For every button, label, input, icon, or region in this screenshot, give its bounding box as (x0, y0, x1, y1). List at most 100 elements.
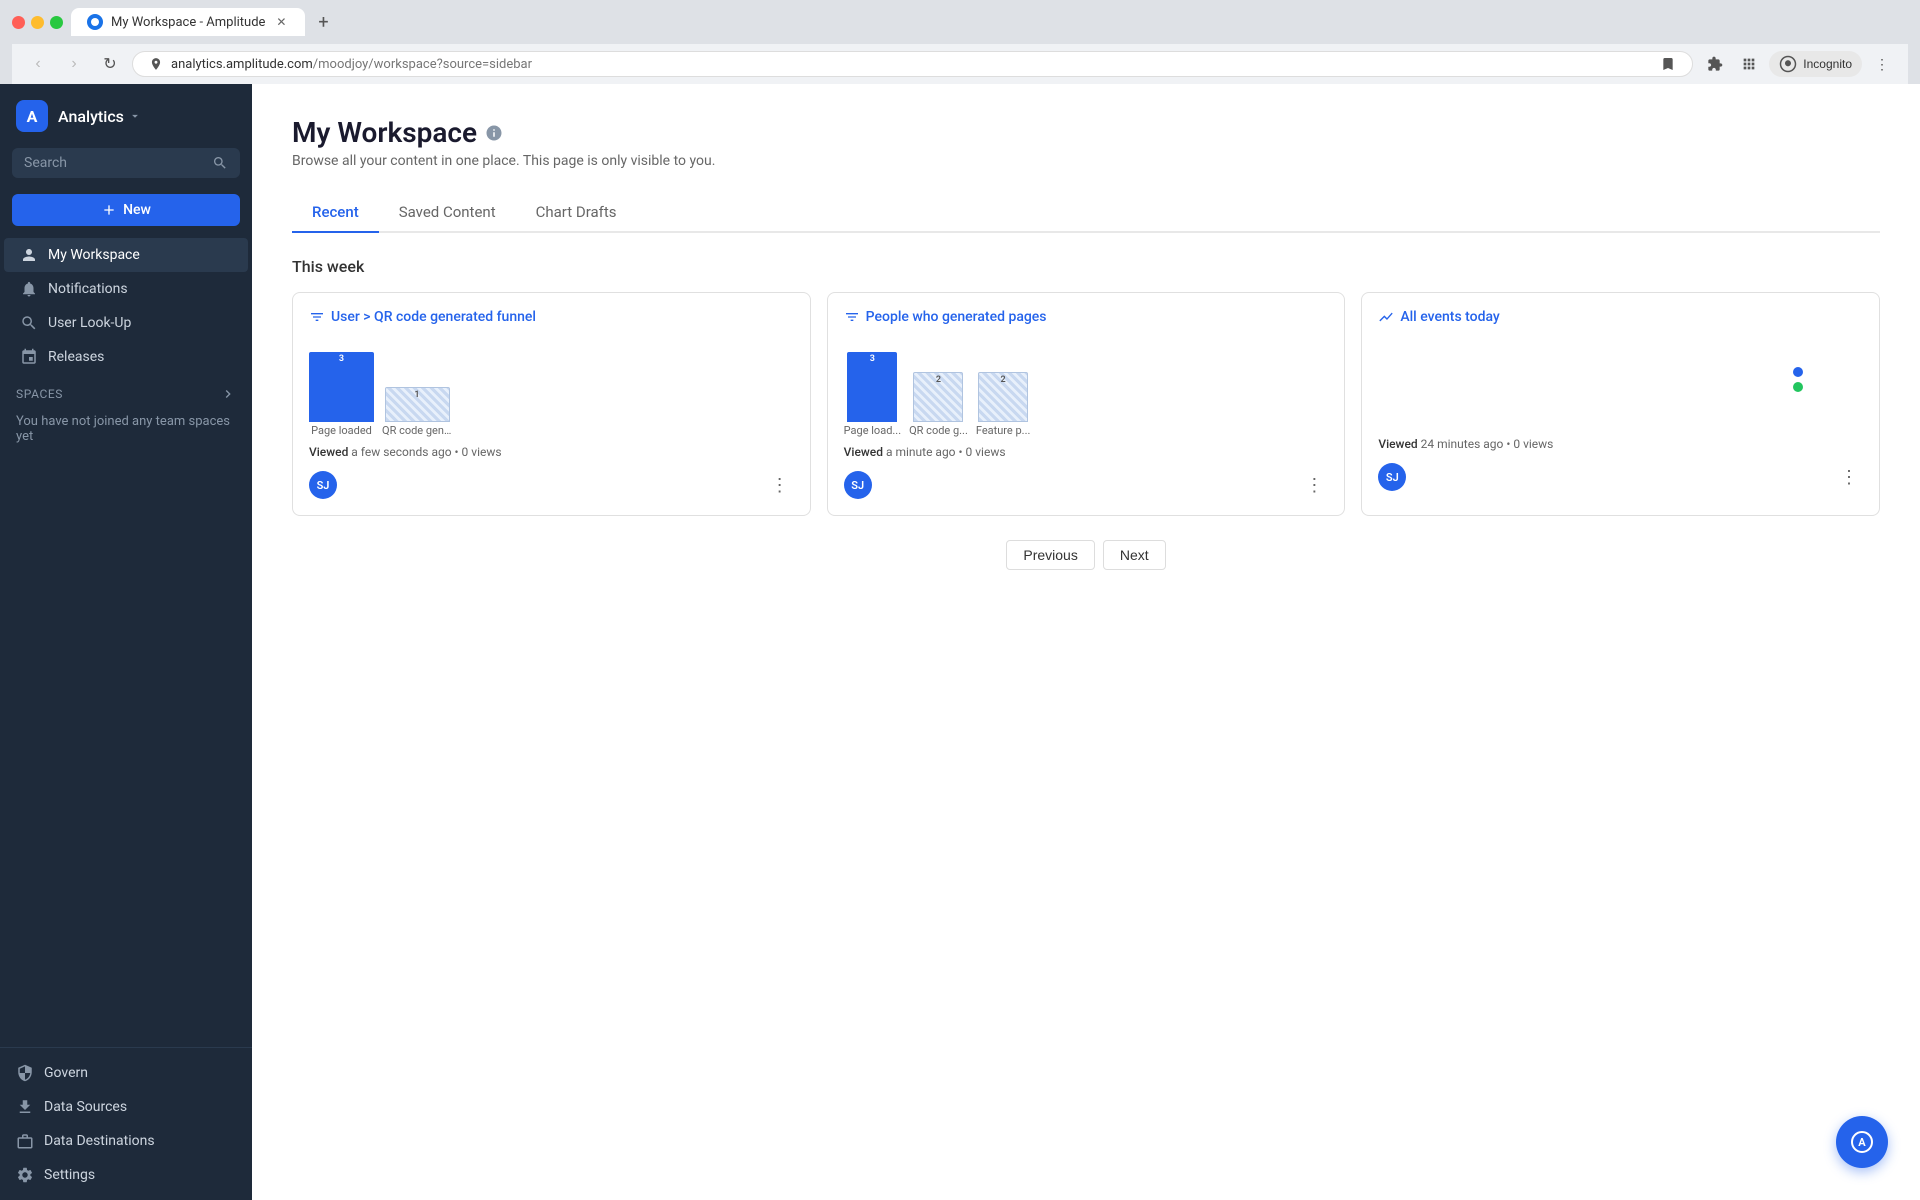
tab-favicon (87, 14, 103, 30)
plus-icon (101, 202, 117, 218)
bar-qr-code: 1 (385, 387, 450, 422)
pagination: Previous Next (292, 540, 1880, 570)
browser-toolbar: ‹ › ↻ analytics.amplitude.com/moodjoy/wo… (12, 44, 1908, 84)
card-1-meta: Viewed a few seconds ago • 0 views (309, 445, 794, 459)
maximize-light[interactable] (50, 16, 63, 29)
extensions-button[interactable] (1701, 50, 1729, 78)
minimize-light[interactable] (31, 16, 44, 29)
card-1-title: User > QR code generated funnel (309, 309, 794, 325)
svg-text:A: A (1858, 1136, 1866, 1149)
card-2-chart: 3 Page load... 2 QR code g... 2 (844, 337, 1329, 437)
sidebar-label-notifications: Notifications (48, 281, 128, 297)
tab-title: My Workspace - Amplitude (111, 15, 265, 30)
bar-col-1: 3 Page loaded (309, 352, 374, 437)
releases-icon (20, 348, 38, 366)
previous-button[interactable]: Previous (1006, 540, 1094, 570)
sidebar-item-user-lookup[interactable]: User Look-Up (4, 306, 248, 340)
sidebar-nav: My Workspace Notifications User Look-Up … (0, 234, 252, 1047)
help-fab[interactable]: A (1836, 1116, 1888, 1168)
govern-icon (16, 1064, 34, 1082)
card-all-events-today[interactable]: All events today Viewed 24 minutes ago •… (1361, 292, 1880, 516)
funnel-chart-icon-2 (844, 309, 860, 325)
amplitude-icon: A (1850, 1130, 1874, 1154)
address-bar[interactable]: analytics.amplitude.com/moodjoy/workspac… (132, 51, 1693, 77)
tab-recent[interactable]: Recent (292, 193, 379, 233)
back-button[interactable]: ‹ (24, 50, 52, 78)
card-1-footer: SJ ⋮ (309, 471, 794, 499)
forward-button[interactable]: › (60, 50, 88, 78)
active-tab[interactable]: My Workspace - Amplitude ✕ (71, 8, 305, 36)
app-logo: A (16, 100, 48, 132)
card-2-more-button[interactable]: ⋮ (1300, 471, 1328, 499)
card-2-meta: Viewed a minute ago • 0 views (844, 445, 1329, 459)
browser-chrome: My Workspace - Amplitude ✕ + ‹ › ↻ analy… (0, 0, 1920, 84)
user-lookup-icon (20, 314, 38, 332)
tab-bar: My Workspace - Amplitude ✕ + (71, 8, 337, 36)
search-icon (212, 155, 228, 171)
sidebar-item-data-destinations[interactable]: Data Destinations (0, 1124, 252, 1158)
bar-page-loaded: 3 (309, 352, 374, 422)
toolbar-right: Incognito ⋮ (1701, 50, 1896, 78)
incognito-button[interactable]: Incognito (1769, 51, 1862, 77)
page-subtitle: Browse all your content in one place. Th… (292, 153, 1880, 169)
sidebar-item-settings[interactable]: Settings (0, 1158, 252, 1192)
sidebar-label-data-destinations: Data Destinations (44, 1133, 155, 1149)
tab-chart-drafts[interactable]: Chart Drafts (516, 193, 637, 233)
grid-button[interactable] (1735, 50, 1763, 78)
funnel-chart-icon (309, 309, 325, 325)
card-3-avatar: SJ (1378, 463, 1406, 491)
bar2-col-2: 2 QR code g... (909, 372, 968, 437)
data-sources-icon (16, 1098, 34, 1116)
line-chart-icon (1378, 309, 1394, 325)
tab-saved-content[interactable]: Saved Content (379, 193, 516, 233)
card-3-chart (1378, 337, 1863, 437)
more-options-button[interactable]: ⋮ (1868, 50, 1896, 78)
sidebar-bottom: Govern Data Sources Data Destinations Se… (0, 1047, 252, 1200)
sidebar-item-data-sources[interactable]: Data Sources (0, 1090, 252, 1124)
bar2-col-1: 3 Page load... (844, 352, 901, 437)
card-2-footer: SJ ⋮ (844, 471, 1329, 499)
person-icon (20, 246, 38, 264)
info-icon[interactable] (485, 124, 503, 142)
bar-name-page-loaded: Page loaded (311, 424, 372, 437)
card-1-more-button[interactable]: ⋮ (766, 471, 794, 499)
incognito-label: Incognito (1803, 57, 1852, 71)
card-people-generated-pages[interactable]: People who generated pages 3 Page load..… (827, 292, 1346, 516)
spaces-section-header[interactable]: SPACES (0, 374, 252, 406)
settings-icon (16, 1166, 34, 1184)
reload-button[interactable]: ↻ (96, 50, 124, 78)
close-light[interactable] (12, 16, 25, 29)
bar2-col-3: 2 Feature p... (976, 372, 1031, 437)
sidebar-item-govern[interactable]: Govern (0, 1056, 252, 1090)
card-1-avatar: SJ (309, 471, 337, 499)
sidebar-item-releases[interactable]: Releases (4, 340, 248, 374)
card-1-chart: 3 Page loaded 1 QR code generat... (309, 337, 794, 437)
url-domain: analytics.amplitude.com (171, 57, 313, 72)
page-title: My Workspace (292, 116, 1880, 149)
spaces-label: SPACES (16, 387, 63, 401)
card-3-meta: Viewed 24 minutes ago • 0 views (1378, 437, 1863, 451)
this-week-heading: This week (292, 257, 1880, 276)
app-name[interactable]: Analytics (58, 107, 142, 126)
sidebar-label-my-workspace: My Workspace (48, 247, 140, 263)
new-button-label: New (123, 202, 151, 218)
bar2-name-3: Feature p... (976, 424, 1031, 437)
page-header: My Workspace Browse all your content in … (292, 116, 1880, 169)
new-tab-button[interactable]: + (309, 8, 337, 36)
traffic-lights (12, 16, 63, 29)
url-path: /moodjoy/workspace?source=sidebar (313, 57, 532, 72)
tabs-bar: Recent Saved Content Chart Drafts (292, 193, 1880, 233)
sidebar-item-my-workspace[interactable]: My Workspace (4, 238, 248, 272)
new-button[interactable]: New (12, 194, 240, 226)
bar2-page-loaded: 3 (847, 352, 897, 422)
search-bar[interactable]: Search (12, 148, 240, 178)
logo-letter: A (27, 107, 38, 126)
bar2-name-2: QR code g... (909, 424, 968, 437)
next-button[interactable]: Next (1103, 540, 1166, 570)
sidebar-item-notifications[interactable]: Notifications (4, 272, 248, 306)
card-3-more-button[interactable]: ⋮ (1835, 463, 1863, 491)
chevron-right-icon (220, 386, 236, 402)
card-user-qr-funnel[interactable]: User > QR code generated funnel 3 Page l… (292, 292, 811, 516)
card-2-avatar: SJ (844, 471, 872, 499)
tab-close-button[interactable]: ✕ (273, 14, 289, 30)
